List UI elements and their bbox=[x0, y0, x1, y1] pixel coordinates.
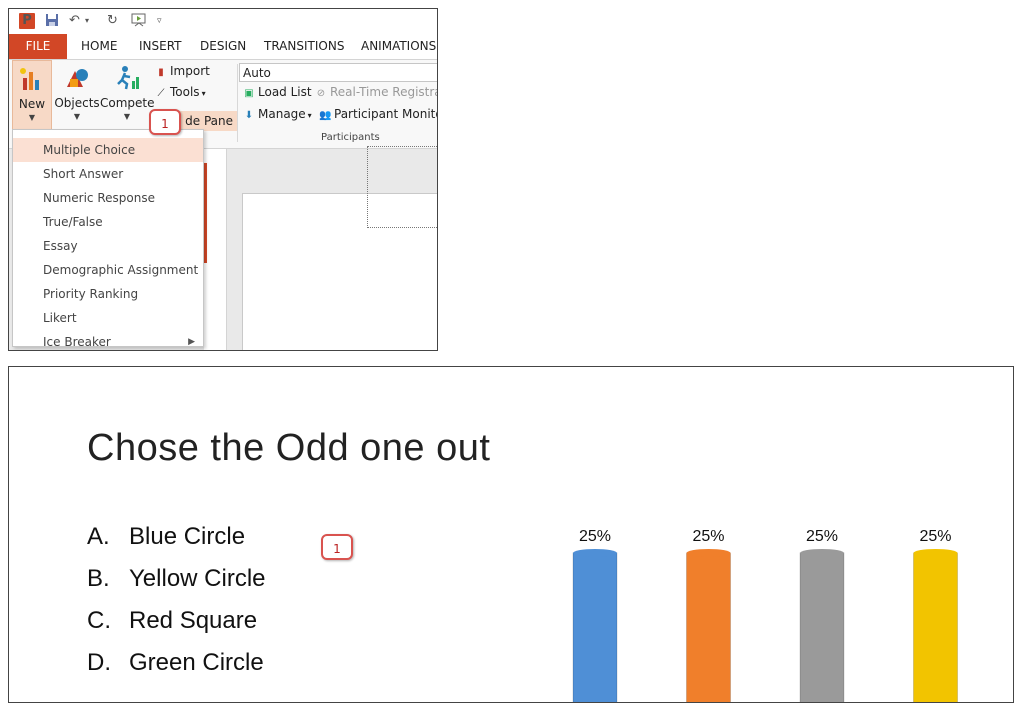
results-bar-chart: 25% 25% 25% 25% bbox=[572, 528, 958, 702]
menu-item-true-false[interactable]: True/False bbox=[13, 210, 203, 234]
powerpoint-logo-icon: P bbox=[19, 13, 35, 29]
slide-preview: Chose the Odd one out A. Blue Circle B. Ye… bbox=[8, 366, 1014, 703]
bar-d bbox=[913, 553, 958, 702]
bar-data-label: 25% bbox=[579, 528, 611, 545]
objects-icon bbox=[64, 65, 90, 91]
answer-text: Green Circle bbox=[129, 649, 264, 676]
group-separator bbox=[237, 64, 238, 142]
ribbon-tabs: FILE HOME INSERT DESIGN TRANSITIONS ANIM… bbox=[9, 34, 437, 60]
step-callout: 1 bbox=[149, 109, 181, 135]
undo-dropdown-icon[interactable]: ▾ bbox=[85, 13, 89, 29]
ribbon-screenshot: P ↶ ▾ ↻ ▿ FILE HOME INSERT DESIGN TRANSI… bbox=[8, 8, 438, 351]
manage-label: Manage bbox=[258, 107, 306, 121]
compete-button[interactable]: Compete ▼ bbox=[100, 60, 155, 130]
realtime-registration-button[interactable]: ⊘ Real-Time Registrati bbox=[315, 83, 438, 101]
participant-monitor-icon: 👥 bbox=[319, 110, 332, 121]
load-list-icon: ▣ bbox=[244, 88, 254, 99]
answer-option: C. Red Square bbox=[87, 607, 257, 635]
import-button[interactable]: ▮ Import bbox=[155, 62, 210, 80]
answer-text: Red Square bbox=[129, 607, 258, 634]
bar-b bbox=[686, 553, 731, 702]
start-from-beginning-icon[interactable] bbox=[131, 13, 147, 29]
answer-text: Blue Circle bbox=[129, 523, 246, 550]
bar-cap bbox=[913, 549, 958, 557]
participant-monitor-label: Participant Monitor bbox=[334, 107, 438, 121]
bar-a bbox=[573, 553, 617, 702]
slide-title: Chose the Odd one out bbox=[87, 427, 491, 469]
customize-qat-icon[interactable]: ▿ bbox=[157, 13, 162, 29]
realtime-registration-icon: ⊘ bbox=[316, 88, 326, 99]
redo-icon[interactable]: ↻ bbox=[107, 13, 118, 29]
tools-button[interactable]: ⟋ Tools ▾ bbox=[155, 83, 206, 101]
menu-item-likert[interactable]: Likert bbox=[13, 306, 203, 330]
manage-icon: ⬇ bbox=[244, 110, 254, 121]
tab-home[interactable]: HOME bbox=[81, 34, 117, 59]
chevron-down-icon: ▾ bbox=[201, 89, 206, 98]
slide-thumbnail-strip[interactable] bbox=[204, 149, 227, 350]
objects-button[interactable]: Objects ▼ bbox=[54, 60, 100, 130]
menu-item-demographic-assignment[interactable]: Demographic Assignment bbox=[13, 258, 203, 282]
chevron-down-icon: ▾ bbox=[307, 111, 312, 120]
compete-runner-icon bbox=[114, 65, 140, 91]
load-list-button[interactable]: ▣ Load List bbox=[243, 83, 312, 101]
menu-item-priority-ranking[interactable]: Priority Ranking bbox=[13, 282, 203, 306]
objects-button-label: Objects bbox=[54, 96, 100, 110]
chevron-down-icon: ▼ bbox=[28, 113, 36, 122]
load-list-label: Load List bbox=[258, 85, 312, 99]
slide-placeholder[interactable] bbox=[367, 146, 437, 228]
tab-transitions[interactable]: TRANSITIONS bbox=[264, 34, 344, 59]
import-icon: ▮ bbox=[158, 67, 164, 78]
participant-list-select[interactable]: Auto bbox=[239, 63, 437, 82]
answer-option: D. Green Circle bbox=[87, 649, 264, 677]
slide-thumbnail-selected bbox=[204, 163, 207, 263]
tab-design[interactable]: DESIGN bbox=[200, 34, 246, 59]
tab-insert[interactable]: INSERT bbox=[139, 34, 182, 59]
undo-icon[interactable]: ↶ bbox=[69, 13, 80, 29]
menu-item-numeric-response[interactable]: Numeric Response bbox=[13, 186, 203, 210]
new-question-menu: Multiple Choice Short Answer Numeric Respo… bbox=[12, 129, 204, 349]
menu-item-short-answer[interactable]: Short Answer bbox=[13, 162, 203, 186]
bar-cap bbox=[800, 549, 844, 557]
answer-option: A. Blue Circle bbox=[87, 523, 245, 551]
bar-data-label: 25% bbox=[919, 528, 951, 545]
quick-access-toolbar: P ↶ ▾ ↻ ▿ bbox=[9, 9, 437, 34]
answer-option: B. Yellow Circle bbox=[87, 565, 266, 593]
new-button[interactable]: New ▼ bbox=[12, 60, 52, 130]
tab-file[interactable]: FILE bbox=[9, 34, 67, 59]
participant-monitor-button[interactable]: 👥 Participant Monitor bbox=[319, 105, 438, 123]
group-label-participants: Participants bbox=[321, 132, 380, 143]
manage-button[interactable]: ⬇ Manage ▾ bbox=[243, 105, 312, 123]
bar-cap bbox=[573, 549, 617, 557]
bar-data-label: 25% bbox=[692, 528, 724, 545]
save-icon[interactable] bbox=[45, 13, 59, 29]
chevron-down-icon: ▼ bbox=[123, 112, 131, 121]
submenu-arrow-icon: ▶ bbox=[188, 337, 195, 347]
answer-text: Yellow Circle bbox=[129, 565, 266, 592]
bar-cap bbox=[686, 549, 731, 557]
menu-item-label: Ice Breaker bbox=[43, 335, 111, 349]
menu-item-essay[interactable]: Essay bbox=[13, 234, 203, 258]
new-question-icon bbox=[19, 66, 45, 92]
bar-data-label: 25% bbox=[806, 528, 838, 545]
answer-letter: D. bbox=[87, 649, 111, 676]
chevron-down-icon: ▼ bbox=[73, 112, 81, 121]
new-button-label: New bbox=[18, 97, 46, 111]
realtime-registration-label: Real-Time Registrati bbox=[330, 85, 438, 99]
tools-label: Tools bbox=[170, 85, 200, 99]
answer-letter: C. bbox=[87, 607, 111, 634]
step-callout: 1 bbox=[321, 534, 353, 560]
menu-item-ice-breaker[interactable]: Ice Breaker ▶ bbox=[13, 330, 203, 350]
tab-animations[interactable]: ANIMATIONS bbox=[361, 34, 436, 59]
answer-letter: A. bbox=[87, 523, 110, 550]
answer-letter: B. bbox=[87, 565, 110, 592]
tools-wrench-icon: ⟋ bbox=[157, 88, 165, 99]
bar-c bbox=[800, 553, 844, 702]
menu-item-multiple-choice[interactable]: Multiple Choice bbox=[13, 138, 203, 162]
compete-button-label: Compete bbox=[100, 96, 155, 110]
import-label: Import bbox=[170, 64, 210, 78]
